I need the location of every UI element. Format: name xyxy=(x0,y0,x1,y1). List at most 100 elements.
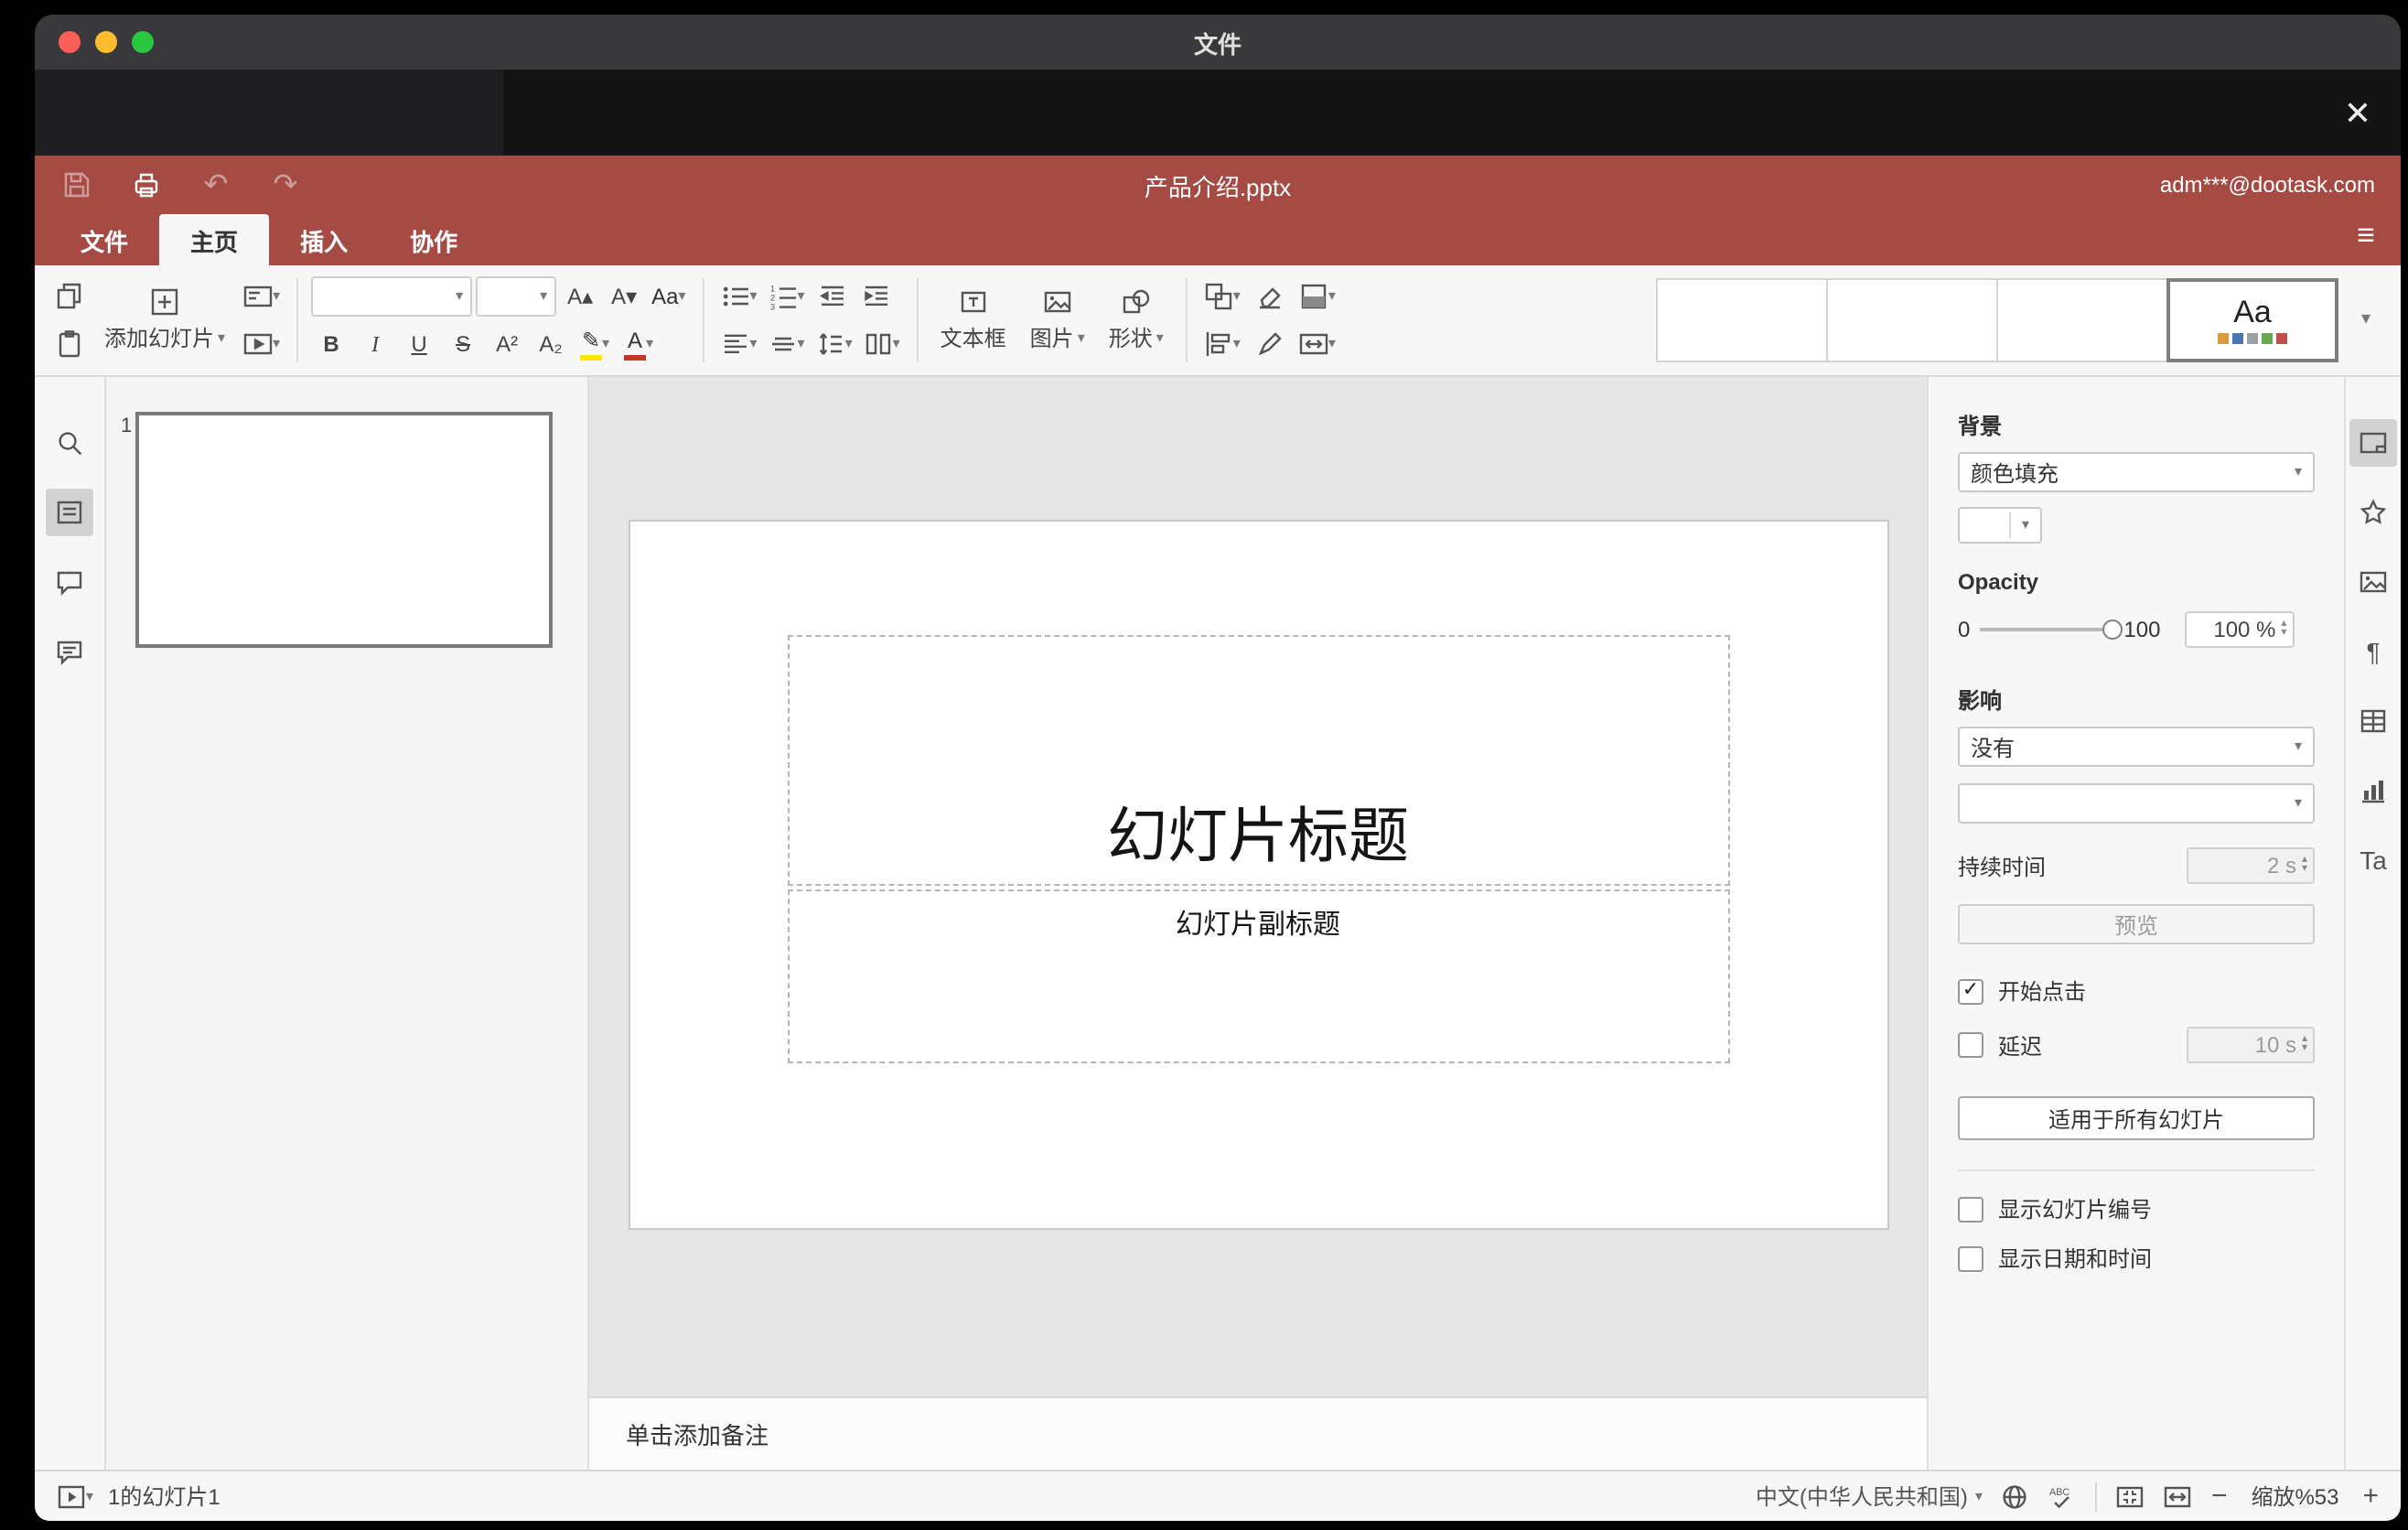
chart-settings-icon[interactable] xyxy=(2349,767,2397,814)
superscript-icon[interactable]: A² xyxy=(487,324,527,364)
bold-icon[interactable]: B xyxy=(311,324,351,364)
font-color-icon: A xyxy=(628,328,643,353)
shape-button[interactable]: 形状 ▾ xyxy=(1100,271,1173,370)
user-email: adm***@dootask.com xyxy=(2159,172,2375,198)
spellcheck-icon[interactable]: ABC xyxy=(2048,1482,2078,1511)
tab-home[interactable]: 主页 xyxy=(159,214,270,265)
font-color-button[interactable]: A ▾ xyxy=(618,324,659,364)
show-date-time-checkbox[interactable] xyxy=(1958,1245,1983,1271)
fit-slide-icon[interactable] xyxy=(2116,1482,2145,1511)
tab-insert[interactable]: 插入 xyxy=(269,214,379,265)
effect-type-select[interactable]: ▾ xyxy=(1958,783,2315,824)
apply-to-all-button[interactable]: 适用于所有幻灯片 xyxy=(1958,1096,2315,1140)
copy-style-icon[interactable] xyxy=(1250,324,1290,364)
highlight-color-button[interactable]: ✎ ▾ xyxy=(575,324,615,364)
italic-icon[interactable]: I xyxy=(355,324,395,364)
slider-handle[interactable] xyxy=(2102,620,2123,640)
menu-icon[interactable]: ≡ xyxy=(2357,218,2375,254)
decrease-indent-icon[interactable] xyxy=(812,276,853,317)
change-case-button[interactable]: Aa ▾ xyxy=(648,276,689,317)
theme-option-1[interactable] xyxy=(1656,278,1828,362)
background-fill-select[interactable]: 颜色填充 ▾ xyxy=(1958,452,2315,492)
document-language-icon[interactable] xyxy=(2001,1482,2030,1511)
text-box-button[interactable]: 文本框 xyxy=(931,271,1016,370)
minimize-window-button[interactable] xyxy=(95,31,117,53)
theme-gallery-expand-button[interactable]: ▾ xyxy=(2346,278,2386,362)
tab-collaboration[interactable]: 协作 xyxy=(379,214,489,265)
arrange-shape-button[interactable]: ▾ xyxy=(1200,276,1244,317)
language-select[interactable]: 中文(中华人民共和国) ▾ xyxy=(1756,1481,1983,1512)
spinner[interactable]: ▴ ▾ xyxy=(2302,855,2307,875)
subscript-icon[interactable]: A₂ xyxy=(531,324,571,364)
shrink-font-icon[interactable]: A▾ xyxy=(604,276,644,317)
paragraph-settings-icon[interactable]: ¶ xyxy=(2349,628,2397,675)
background-color-picker[interactable]: ▾ xyxy=(1958,507,2042,544)
opacity-slider[interactable] xyxy=(1979,620,2123,640)
delay-input[interactable]: 10 s ▴ ▾ xyxy=(2187,1027,2315,1063)
numbered-list-button[interactable]: 123 ▾ xyxy=(765,276,809,317)
undo-icon[interactable]: ↶ xyxy=(199,168,232,201)
theme-option-2[interactable] xyxy=(1826,278,1998,362)
close-icon[interactable]: ✕ xyxy=(2344,96,2371,129)
delay-checkbox[interactable] xyxy=(1958,1032,1983,1058)
image-button[interactable]: 图片 ▾ xyxy=(1021,271,1094,370)
slide-title-placeholder[interactable]: 幻灯片标题 xyxy=(787,635,1729,886)
tab-file[interactable]: 文件 xyxy=(49,214,159,265)
slide[interactable]: 幻灯片标题 幻灯片副标题 xyxy=(629,522,1887,1228)
slide-thumbnail[interactable] xyxy=(135,412,553,648)
fill-color-button[interactable]: ▾ xyxy=(1295,276,1339,317)
fit-width-icon[interactable] xyxy=(2164,1482,2193,1511)
chevron-down-icon: ▾ xyxy=(749,287,758,304)
start-slideshow-button[interactable]: ▾ xyxy=(240,324,284,364)
notes-area[interactable]: 单击添加备注 xyxy=(589,1396,1927,1470)
duration-input[interactable]: 2 s ▴ ▾ xyxy=(2187,847,2315,884)
zoom-out-button[interactable]: − xyxy=(2211,1481,2228,1512)
align-shape-button[interactable]: ▾ xyxy=(1200,324,1244,364)
redo-icon[interactable]: ↷ xyxy=(269,168,302,201)
image-settings-icon[interactable] xyxy=(2349,558,2397,606)
effect-select[interactable]: 没有 ▾ xyxy=(1958,727,2315,767)
theme-option-3[interactable] xyxy=(1996,278,2168,362)
slide-subtitle-placeholder[interactable]: 幻灯片副标题 xyxy=(787,889,1729,1063)
add-slide-button[interactable]: 添加幻灯片 ▾ xyxy=(95,271,234,370)
clear-style-icon[interactable] xyxy=(1250,276,1290,317)
zoom-window-button[interactable] xyxy=(132,31,154,53)
start-slideshow-status-button[interactable]: ▾ xyxy=(57,1482,93,1511)
chat-icon[interactable] xyxy=(46,628,93,675)
increase-indent-icon[interactable] xyxy=(856,276,897,317)
slide-size-button[interactable]: ▾ xyxy=(1295,324,1339,364)
slide-layout-button[interactable]: ▾ xyxy=(240,276,284,317)
comments-icon[interactable] xyxy=(46,558,93,606)
theme-option-selected[interactable]: Aa xyxy=(2166,278,2338,362)
line-spacing-button[interactable]: ▾ xyxy=(812,324,856,364)
grow-font-icon[interactable]: A▴ xyxy=(560,276,600,317)
opacity-input[interactable]: 100 % ▴ ▾ xyxy=(2184,611,2295,648)
slide-settings-icon[interactable] xyxy=(2349,419,2397,467)
shape-settings-icon[interactable] xyxy=(2349,489,2397,536)
table-settings-icon[interactable] xyxy=(2349,697,2397,745)
save-icon[interactable] xyxy=(60,168,93,201)
preview-button[interactable]: 预览 xyxy=(1958,904,2315,944)
spinner[interactable]: ▴ ▾ xyxy=(2302,1034,2307,1054)
horizontal-align-button[interactable]: ▾ xyxy=(717,324,761,364)
start-on-click-checkbox[interactable]: ✓ xyxy=(1958,978,1983,1004)
columns-button[interactable]: ▾ xyxy=(860,324,904,364)
paste-icon[interactable] xyxy=(49,324,90,364)
bullet-list-button[interactable]: ▾ xyxy=(717,276,761,317)
close-window-button[interactable] xyxy=(59,31,81,53)
vertical-align-button[interactable]: ▾ xyxy=(765,324,809,364)
copy-icon[interactable] xyxy=(49,276,90,317)
strikethrough-icon[interactable]: S xyxy=(443,324,483,364)
print-icon[interactable] xyxy=(130,168,163,201)
show-slide-number-checkbox[interactable] xyxy=(1958,1196,1983,1222)
zoom-in-button[interactable]: + xyxy=(2362,1481,2379,1512)
text-art-settings-icon[interactable]: Ta xyxy=(2349,836,2397,884)
slides-panel-icon[interactable] xyxy=(46,489,93,536)
chevron-down-icon: ▾ xyxy=(1232,287,1241,304)
search-icon[interactable] xyxy=(46,419,93,467)
editing-canvas[interactable]: 幻灯片标题 幻灯片副标题 xyxy=(589,377,1927,1396)
font-name-select[interactable]: ▾ xyxy=(311,276,473,317)
underline-icon[interactable]: U xyxy=(399,324,439,364)
spinner[interactable]: ▴ ▾ xyxy=(2281,619,2286,639)
font-size-select[interactable]: ▾ xyxy=(476,276,557,317)
